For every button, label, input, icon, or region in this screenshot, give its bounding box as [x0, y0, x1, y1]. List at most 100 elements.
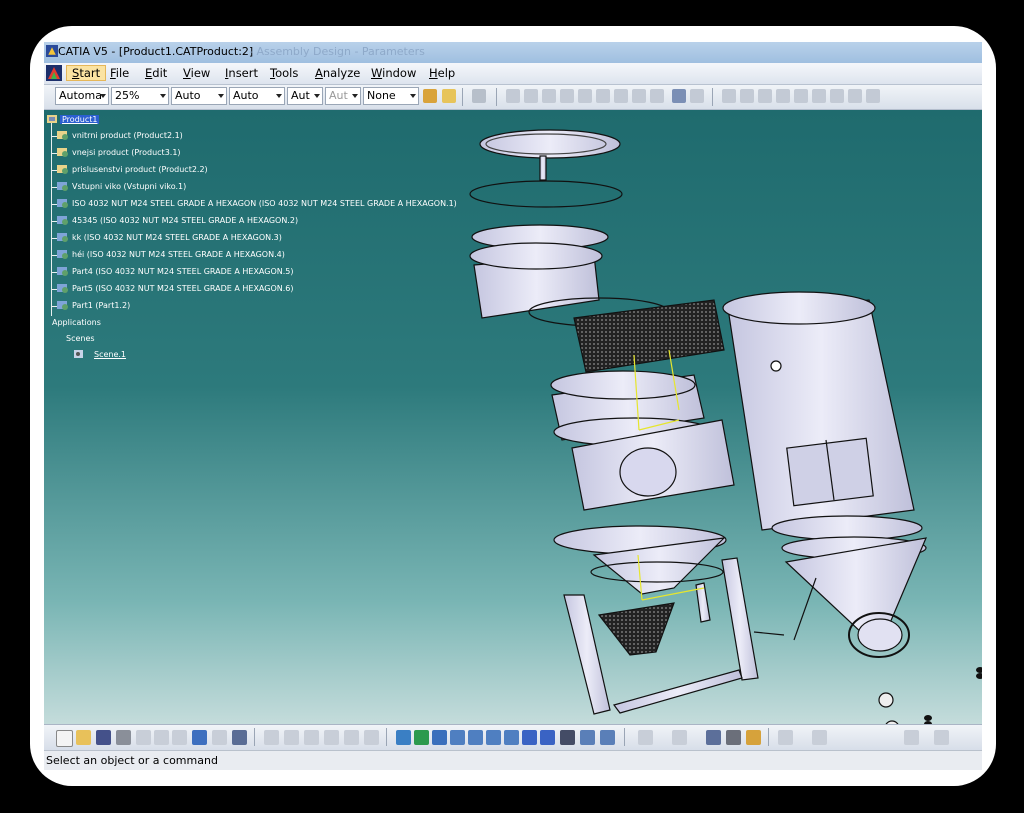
gasket-ring[interactable] — [469, 180, 623, 208]
mesh-filter[interactable] — [573, 299, 725, 373]
normal-view-icon[interactable] — [504, 730, 519, 745]
painter-icon[interactable] — [423, 89, 437, 103]
copy-icon[interactable] — [154, 730, 169, 745]
support-leg-right[interactable] — [721, 557, 759, 681]
change-constraint-icon[interactable] — [632, 89, 646, 103]
insert-part-icon[interactable] — [726, 730, 741, 745]
3d-viewport[interactable]: Product1 vnitrni product (Product2.1) vn… — [44, 110, 982, 724]
mesh-cone[interactable] — [597, 602, 675, 656]
knowledge-icon[interactable] — [284, 730, 299, 745]
iso-view-icon[interactable] — [540, 730, 555, 745]
print-icon[interactable] — [116, 730, 131, 745]
tree-item-label: Part4 (ISO 4032 NUT M24 STEEL GRADE A HE… — [72, 267, 294, 276]
menu-file[interactable]: File — [107, 66, 132, 80]
quick-constraint-icon[interactable] — [596, 89, 610, 103]
constraint-contact-icon[interactable] — [524, 89, 538, 103]
hide-show-icon[interactable] — [580, 730, 595, 745]
tree-toggle-icon[interactable] — [364, 730, 379, 745]
shell-fitting[interactable] — [770, 360, 782, 372]
point-combo[interactable]: Aut — [287, 87, 323, 105]
constraint-offset-icon[interactable] — [542, 89, 556, 103]
table-icon[interactable] — [324, 730, 339, 745]
edit-icon[interactable] — [794, 89, 808, 103]
lid-handle[interactable] — [539, 155, 547, 181]
support-leg-left[interactable] — [563, 594, 611, 715]
linetype-combo[interactable]: Auto — [171, 87, 227, 105]
measure-icon[interactable] — [740, 89, 754, 103]
save-icon[interactable] — [96, 730, 111, 745]
rotate-icon[interactable] — [450, 730, 465, 745]
separator — [462, 88, 463, 106]
constraint-angle-icon[interactable] — [560, 89, 574, 103]
render-icon[interactable] — [934, 730, 949, 745]
menu-help[interactable]: Help — [426, 66, 458, 80]
catalog-icon[interactable] — [344, 730, 359, 745]
cut-icon[interactable] — [136, 730, 151, 745]
tree-item-label: Part1 (Part1.2) — [72, 301, 131, 310]
insert-component-icon[interactable] — [706, 730, 721, 745]
manipulation-icon[interactable] — [690, 89, 704, 103]
open-icon[interactable] — [76, 730, 91, 745]
undo-icon[interactable] — [192, 730, 207, 745]
multi-view-icon[interactable] — [522, 730, 537, 745]
shading-icon[interactable] — [560, 730, 575, 745]
outer-ring[interactable] — [771, 515, 923, 541]
publication-icon[interactable] — [812, 730, 827, 745]
flexible-rigid-icon[interactable] — [614, 89, 628, 103]
constraint-coincidence-icon[interactable] — [506, 89, 520, 103]
menu-window[interactable]: Window — [368, 66, 419, 80]
view-icon[interactable] — [830, 89, 844, 103]
menu-analyze[interactable]: Analyze — [312, 66, 363, 80]
nut-1[interactable] — [878, 692, 894, 708]
redo-icon[interactable] — [212, 730, 227, 745]
existing-component-icon[interactable] — [746, 730, 761, 745]
outlet-disk[interactable] — [857, 618, 903, 652]
capture-icon[interactable] — [848, 89, 862, 103]
formula-icon[interactable] — [264, 730, 279, 745]
clash-icon[interactable] — [758, 89, 772, 103]
product-structure-icon[interactable] — [672, 730, 687, 745]
menu-edit[interactable]: Edit — [142, 66, 170, 80]
menu-start[interactable]: Start — [66, 65, 107, 81]
color-combo[interactable]: Aut — [325, 87, 361, 105]
whats-this-icon[interactable] — [232, 730, 247, 745]
fly-mode-icon[interactable] — [396, 730, 411, 745]
tools-icon[interactable] — [304, 730, 319, 745]
part-icon — [57, 199, 68, 208]
fix-icon[interactable] — [472, 89, 486, 103]
properties-toolbar: Automa 25% Auto Auto Aut Aut None — [44, 85, 982, 110]
fix-together-icon[interactable] — [578, 89, 592, 103]
base-crossbar[interactable] — [612, 669, 743, 714]
grid-icon[interactable] — [866, 89, 880, 103]
pan-icon[interactable] — [432, 730, 447, 745]
zoom-out-icon[interactable] — [486, 730, 501, 745]
transparency-combo[interactable]: 25% — [111, 87, 169, 105]
tree-item-label: vnitrni product (Product2.1) — [72, 131, 183, 140]
catia-menu-logo-icon[interactable] — [46, 65, 62, 81]
catalog-browser-icon[interactable] — [638, 730, 653, 745]
outer-rod[interactable] — [753, 631, 785, 636]
brush-icon[interactable] — [442, 89, 456, 103]
swap-space-icon[interactable] — [600, 730, 615, 745]
paste-icon[interactable] — [172, 730, 187, 745]
fit-all-icon[interactable] — [414, 730, 429, 745]
product-update-icon[interactable] — [672, 89, 686, 103]
view-mode-icon[interactable] — [904, 730, 919, 745]
sectioning-icon[interactable] — [722, 89, 736, 103]
zoom-in-icon[interactable] — [468, 730, 483, 745]
lineweight-combo[interactable]: Auto — [229, 87, 285, 105]
layer-combo[interactable]: Automa — [55, 87, 109, 105]
chevron-down-icon — [218, 94, 224, 98]
menu-view[interactable]: View — [180, 66, 213, 80]
explode-icon[interactable] — [778, 730, 793, 745]
reuse-pattern-icon[interactable] — [650, 89, 664, 103]
menu-tools[interactable]: Tools — [267, 66, 301, 80]
exploded-assembly-model[interactable] — [424, 110, 982, 724]
inspection-hatch[interactable] — [619, 447, 677, 497]
support-rod[interactable] — [793, 577, 817, 641]
annotation-icon[interactable] — [812, 89, 826, 103]
style-combo[interactable]: None — [363, 87, 419, 105]
distance-icon[interactable] — [776, 89, 790, 103]
menu-insert[interactable]: Insert — [222, 66, 261, 80]
new-icon[interactable] — [56, 730, 73, 747]
